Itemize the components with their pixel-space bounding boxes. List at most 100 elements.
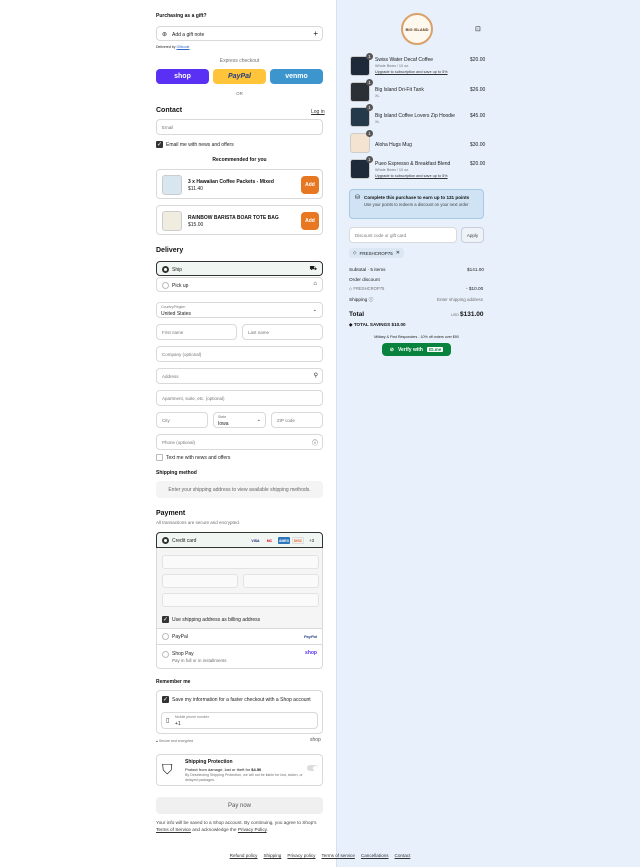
country-select[interactable]: Country/Region United States ⌄	[156, 302, 323, 318]
item-qty: 1	[366, 79, 373, 86]
payment-title: Payment	[156, 510, 186, 517]
paypal-button[interactable]: PayPal	[213, 69, 266, 84]
tag-icon: ◇	[353, 250, 357, 255]
upgrade-link[interactable]: Upgrade to subscription and save up to 5…	[375, 174, 448, 178]
state-select[interactable]: State Iowa ⌄	[213, 412, 266, 428]
help-icon[interactable]: ⓘ	[369, 297, 374, 302]
paypal-radio[interactable]	[162, 633, 169, 640]
card-form: ✓ Use shipping address as billing addres…	[156, 548, 323, 629]
discover-icon: DISC	[292, 537, 304, 544]
credit-card-radio[interactable]	[162, 537, 169, 544]
remember-box: ✓ Save my information for a faster check…	[156, 690, 323, 734]
protection-toggle[interactable]	[307, 765, 318, 771]
chevron-down-icon: ⌄	[256, 417, 261, 423]
close-icon[interactable]: ✕	[396, 250, 400, 256]
first-name-input[interactable]: First name	[156, 324, 237, 340]
giftcode-link[interactable]: Giftcode	[176, 45, 189, 49]
save-info-checkbox[interactable]: ✓	[162, 696, 169, 703]
pickup-radio[interactable]	[162, 282, 169, 289]
or-divider: OR	[236, 91, 243, 96]
recommended-title: Recommended for you	[212, 157, 267, 163]
first-placeholder: First name	[162, 330, 184, 335]
venmo-button[interactable]: venmo	[270, 69, 323, 84]
last-name-input[interactable]: Last name	[242, 324, 323, 340]
email-input[interactable]: Email	[156, 119, 323, 135]
gift-title: Purchasing as a gift?	[156, 13, 207, 19]
gift-note-row[interactable]: ⊛ Add a gift note +	[156, 26, 323, 41]
total-label: Total	[349, 311, 365, 318]
item-name: Big Island Dri-Fit Tank	[375, 87, 424, 93]
footer-links: Refund policy Shipping Privacy policy Te…	[0, 853, 640, 858]
privacy-link[interactable]: Privacy Policy	[238, 827, 267, 832]
points-banner: ⛁ Complete this purchase to earn up to 1…	[349, 189, 484, 219]
points-title: Complete this purchase to earn up to 131…	[364, 195, 470, 200]
more-cards: +3	[309, 538, 315, 543]
shop-pay-button[interactable]: shop	[156, 69, 209, 84]
add-button[interactable]: Add	[301, 176, 319, 194]
footer-cancellations[interactable]: Cancellations	[361, 853, 389, 858]
apartment-input[interactable]: Apartment, suite, etc. (optional)	[156, 390, 323, 406]
footer-terms[interactable]: Terms of service	[321, 853, 354, 858]
terms-link[interactable]: Terms of Service	[156, 827, 191, 832]
mobile-phone-input[interactable]: ▯ Mobile phone number +1	[161, 712, 318, 729]
pickup-option[interactable]: Pick up ⌂	[156, 277, 323, 292]
add-button[interactable]: Add	[301, 212, 319, 230]
name-on-card-field[interactable]	[162, 593, 319, 607]
save-info-label: Save my information for a faster checkou…	[172, 697, 311, 703]
total-value: $131.00	[460, 311, 484, 318]
text-news-checkbox[interactable]	[156, 454, 163, 461]
upgrade-link[interactable]: Upgrade to subscription and save up to 5…	[375, 70, 448, 74]
footer-shipping[interactable]: Shipping	[263, 853, 281, 858]
points-sub: Use your points to redeem a discount on …	[364, 202, 469, 207]
city-input[interactable]: City	[156, 412, 208, 428]
item-variant: XL	[375, 94, 380, 98]
state-value: Iowa	[218, 421, 229, 427]
store-logo[interactable]: BIG ISLAND	[401, 13, 433, 45]
phone-icon: ▯	[166, 718, 170, 724]
rec-price: $11.40	[188, 186, 203, 192]
phone-input[interactable]: Phone (optional) ⓘ	[156, 434, 323, 450]
shop-pay-radio[interactable]	[162, 651, 169, 658]
footer-contact[interactable]: Contact	[395, 853, 411, 858]
phone-placeholder: Phone (optional)	[162, 440, 196, 445]
order-discount-label: Order discount	[349, 277, 380, 282]
help-icon[interactable]: ⓘ	[312, 438, 318, 447]
country-label: Country/Region	[161, 305, 186, 309]
footer-privacy[interactable]: Privacy policy	[287, 853, 315, 858]
cart-icon[interactable]: ⊡	[475, 25, 481, 33]
paypal-option[interactable]: PayPal PayPal	[156, 629, 323, 645]
company-input[interactable]: Company (optional)	[156, 346, 323, 362]
ship-option[interactable]: Ship ⛟	[156, 261, 323, 276]
protection-title: Shipping Protection	[185, 759, 233, 765]
card-number-field[interactable]	[162, 555, 319, 569]
order-summary-panel	[336, 0, 640, 867]
ship-radio[interactable]	[162, 266, 169, 273]
zip-input[interactable]: ZIP code	[271, 412, 323, 428]
discount-input[interactable]: Discount code or gift card	[349, 227, 457, 243]
security-code-field[interactable]	[243, 574, 319, 588]
text-news-label: Text me with news and offers	[166, 455, 231, 461]
search-icon: ⚲	[313, 373, 318, 379]
apply-button[interactable]: Apply	[461, 227, 484, 243]
currency: USD	[451, 313, 460, 317]
shop-pay-option[interactable]: Shop Pay Pay in full or in installments …	[156, 645, 323, 669]
subtotal-label: Subtotal · 5 items	[349, 267, 386, 272]
item-name: Big Island Coffee Lovers Zip Hoodie	[375, 113, 455, 119]
gift-note-label: Add a gift note	[172, 32, 205, 38]
billing-checkbox[interactable]: ✓	[162, 616, 169, 623]
footer-refund[interactable]: Refund policy	[230, 853, 258, 858]
address-placeholder: Address	[162, 374, 179, 379]
verify-idme-button[interactable]: ⊘ Verify with ID.me	[382, 343, 451, 356]
credit-card-option[interactable]: Credit card VISA MC AMEX DISC +3	[156, 532, 323, 548]
coins-icon: ⛁	[355, 195, 361, 201]
address-input[interactable]: Address ⚲	[156, 368, 323, 384]
mobile-value: +1	[175, 721, 181, 727]
pay-now-button[interactable]: Pay now	[156, 797, 323, 814]
contact-title: Contact	[156, 107, 183, 114]
email-placeholder: Email	[162, 125, 174, 130]
login-link[interactable]: Log in	[311, 109, 325, 115]
news-checkbox[interactable]: ✓	[156, 141, 163, 148]
total-savings: ◆ TOTAL SAVINGS $10.00	[349, 322, 406, 327]
item-variant: Whole Bean / 10 oz.	[375, 64, 410, 68]
expiry-field[interactable]	[162, 574, 238, 588]
